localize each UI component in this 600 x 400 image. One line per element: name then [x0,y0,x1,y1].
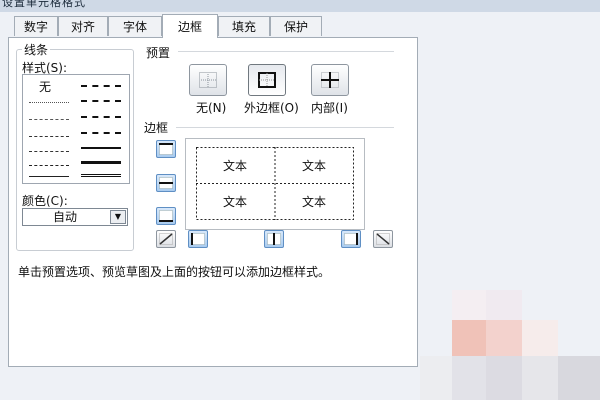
border-top-icon [159,143,173,155]
border-description-text: 单击预置选项、预览草图及上面的按钮可以添加边框样式。 [18,265,331,279]
border-preview[interactable]: 文本 文本 文本 文本 [185,138,365,230]
preview-grid [196,147,354,220]
line-style-dash-dot[interactable] [29,151,69,152]
border-right-icon [344,233,358,245]
border-bottom-button[interactable] [156,207,176,225]
preset-none-label: 无(N) [196,101,227,115]
panel-content: 线条 样式(S): 无 颜色(C): 自动 ▼ 预置 无(N) 外边框(O) 内… [0,0,600,400]
preset-none-icon [199,72,217,88]
preset-none-button[interactable] [189,64,227,96]
preview-cell-text: 文本 [302,159,327,173]
chevron-down-icon[interactable]: ▼ [110,210,126,224]
line-style-dashed[interactable] [29,165,69,166]
line-style-medium-dash-dot[interactable] [81,116,121,118]
preview-cell-text: 文本 [302,195,327,209]
border-left-icon [191,233,205,245]
line-style-medium[interactable] [81,147,121,149]
border-inside-horizontal-icon [159,177,173,189]
border-inside-horizontal-button[interactable] [156,174,176,192]
preset-outline-icon [258,72,276,88]
preset-inside-label: 内部(I) [311,101,348,115]
line-style-dash-dot-dot[interactable] [29,136,69,137]
line-style-double[interactable] [81,174,121,177]
border-left-button[interactable] [188,230,208,248]
line-style-thin[interactable] [29,176,69,177]
line-style-slant-dash-dot[interactable] [81,100,121,102]
border-inside-vertical-icon [267,233,281,245]
preset-outline-label: 外边框(O) [244,101,299,115]
border-inside-vertical-button[interactable] [264,230,284,248]
line-style-none-label: 无 [39,80,52,94]
border-diagonal-down-button[interactable] [373,230,393,248]
border-section-title: 边框 [144,121,169,135]
presets-title: 预置 [146,46,171,60]
presets-separator [178,51,394,52]
color-dropdown-value: 自动 [52,210,77,224]
line-style-list[interactable]: 无 [22,74,130,184]
line-style-medium-dashed[interactable] [81,132,121,134]
preset-inside-icon [321,72,339,88]
line-style-dotted[interactable] [29,119,69,120]
line-style-hair[interactable] [29,102,69,103]
preview-cell-text: 文本 [223,159,248,173]
diagonal-up-icon [159,233,173,245]
preset-inside-button[interactable] [311,64,349,96]
preset-outline-button[interactable] [248,64,286,96]
line-style-thick[interactable] [81,161,121,164]
line-style-medium-dash-dot-dot[interactable] [81,85,121,87]
color-label: 颜色(C): [22,194,68,208]
diagonal-down-icon [376,233,390,245]
border-top-button[interactable] [156,140,176,158]
border-separator [176,127,394,128]
border-bottom-icon [159,210,173,222]
line-section-title: 线条 [22,41,51,58]
preview-cell-text: 文本 [223,195,248,209]
border-right-button[interactable] [341,230,361,248]
color-dropdown[interactable]: 自动 ▼ [22,208,128,226]
border-diagonal-up-button[interactable] [156,230,176,248]
